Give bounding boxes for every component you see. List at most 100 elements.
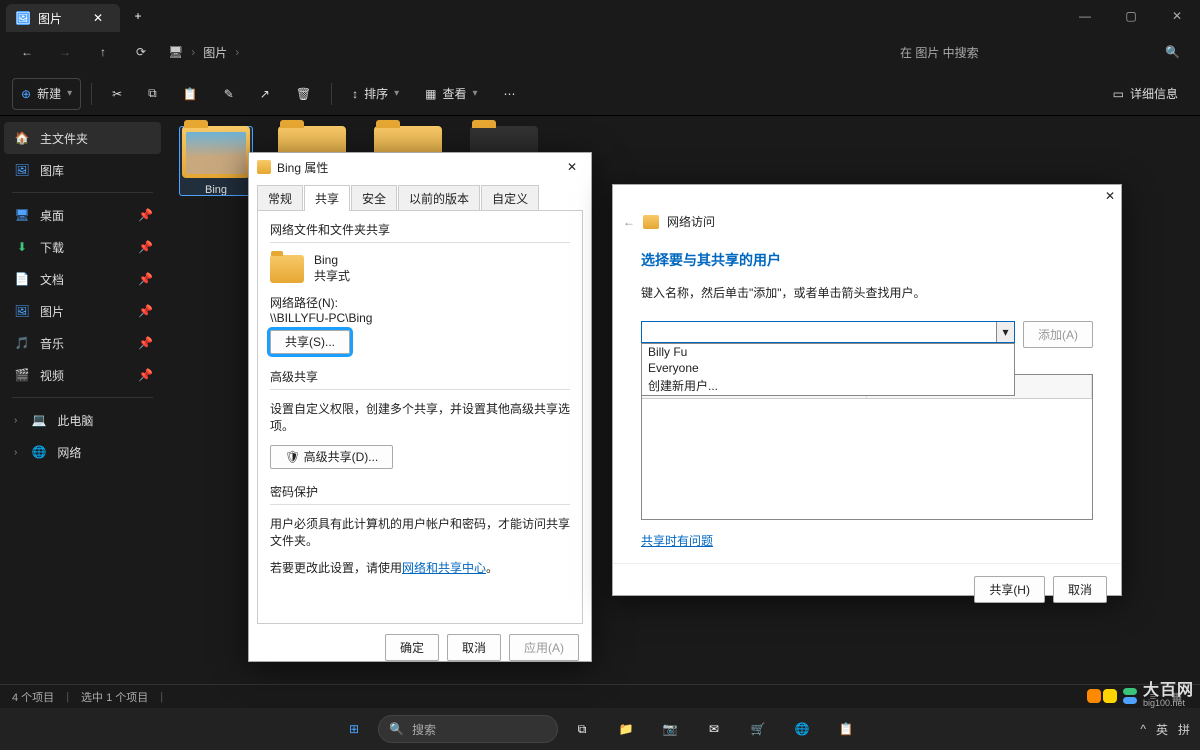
- taskbar-app[interactable]: ✉: [694, 709, 734, 749]
- password-change-text: 若要更改此设置，请使用: [270, 561, 402, 575]
- navigation-pane: 🏠 主文件夹 🖼 图库 🖥桌面📌 ⬇下载📌 📄文档📌 🖼图片📌 🎵音乐📌 🎬视频…: [0, 116, 165, 684]
- tab-sharing[interactable]: 共享: [304, 185, 350, 211]
- apply-button[interactable]: 应用(A): [509, 634, 579, 661]
- folder-icon: [643, 215, 659, 229]
- chevron-down-icon[interactable]: ▾: [996, 322, 1014, 342]
- cancel-button[interactable]: 取消: [447, 634, 501, 661]
- folder-icon: [270, 255, 304, 283]
- breadcrumb[interactable]: 🖥 › 图片 ›: [168, 44, 239, 61]
- sidebar-item-music[interactable]: 🎵音乐📌: [0, 327, 165, 359]
- start-button[interactable]: ⊞: [334, 709, 374, 749]
- dropdown-option[interactable]: Everyone: [642, 360, 1014, 376]
- delete-button[interactable]: 🗑: [286, 78, 321, 110]
- dialog-title: 网络访问: [667, 213, 715, 230]
- back-button[interactable]: ←: [10, 36, 44, 68]
- dropdown-option[interactable]: 创建新用户...: [642, 376, 1014, 395]
- plus-icon: ⊕: [21, 87, 31, 101]
- tray-chevron-icon[interactable]: ^: [1140, 722, 1146, 736]
- sidebar-item-downloads[interactable]: ⬇下载📌: [0, 231, 165, 263]
- share-button[interactable]: 共享(H): [974, 576, 1045, 603]
- new-button[interactable]: ⊕ 新建 ▾: [12, 78, 81, 110]
- ime-language[interactable]: 英: [1156, 721, 1168, 738]
- maximize-button[interactable]: ▢: [1108, 0, 1154, 32]
- taskbar-app[interactable]: 🛒: [738, 709, 778, 749]
- refresh-button[interactable]: ⟳: [124, 36, 158, 68]
- cut-button[interactable]: ✂: [102, 78, 132, 110]
- separator-icon: ›: [235, 45, 239, 59]
- gallery-icon: 🖼: [14, 163, 30, 177]
- pin-icon: 📌: [138, 240, 153, 254]
- video-icon: 🎬: [14, 368, 30, 382]
- chevron-down-icon: ▾: [472, 88, 477, 99]
- pin-icon: 📌: [138, 272, 153, 286]
- watermark-logo: [1087, 689, 1117, 703]
- pin-icon: 📌: [138, 208, 153, 222]
- more-button[interactable]: ⋯: [494, 78, 526, 110]
- file-label: Bing: [205, 184, 227, 196]
- ellipsis-icon: ⋯: [504, 87, 516, 101]
- sort-icon: ↕: [352, 87, 358, 101]
- search-input[interactable]: 在 图片 中搜索 🔍: [890, 37, 1190, 67]
- user-input[interactable]: [642, 322, 996, 342]
- rename-button[interactable]: ✎: [214, 78, 244, 110]
- network-center-link[interactable]: 网络和共享中心: [402, 561, 486, 575]
- tab-security[interactable]: 安全: [351, 185, 397, 211]
- back-button[interactable]: ←: [623, 215, 635, 229]
- sidebar-item-desktop[interactable]: 🖥桌面📌: [0, 199, 165, 231]
- taskbar-app[interactable]: 🌐: [782, 709, 822, 749]
- task-view-button[interactable]: ⧉: [562, 709, 602, 749]
- tab-custom[interactable]: 自定义: [481, 185, 539, 211]
- taskbar-app[interactable]: 📷: [650, 709, 690, 749]
- sidebar-this-pc[interactable]: ›💻此电脑: [0, 404, 165, 436]
- share-button[interactable]: 共享(S)...: [270, 330, 350, 354]
- details-icon: ▭: [1113, 87, 1124, 101]
- new-tab-button[interactable]: +: [124, 0, 152, 32]
- advanced-share-button[interactable]: 🛡 高级共享(D)...: [270, 445, 393, 469]
- minimize-button[interactable]: —: [1062, 0, 1108, 32]
- window-tab[interactable]: 🖼 图片 ✕: [6, 4, 120, 32]
- sidebar-gallery[interactable]: 🖼 图库: [0, 154, 165, 186]
- paste-button[interactable]: 📋: [173, 78, 208, 110]
- taskbar-search[interactable]: 🔍搜索: [378, 715, 558, 743]
- password-info: 用户必须具有此计算机的用户帐户和密码，才能访问共享文件夹。: [270, 515, 570, 549]
- ime-mode[interactable]: 拼: [1178, 721, 1190, 738]
- chevron-right-icon: ›: [14, 415, 17, 426]
- sidebar-item-documents[interactable]: 📄文档📌: [0, 263, 165, 295]
- dialog-title: Bing 属性: [277, 159, 328, 176]
- cut-icon: ✂: [112, 87, 122, 101]
- view-button[interactable]: ▦ 查看 ▾: [415, 78, 487, 110]
- sidebar-home[interactable]: 🏠 主文件夹: [4, 122, 161, 154]
- user-combo[interactable]: ▾: [641, 321, 1015, 343]
- cancel-button[interactable]: 取消: [1053, 576, 1107, 603]
- network-path-value: \\BILLYFU-PC\Bing: [270, 311, 570, 325]
- sort-button[interactable]: ↕ 排序 ▾: [342, 78, 409, 110]
- details-pane-button[interactable]: ▭ 详细信息: [1103, 78, 1188, 110]
- windows-icon: ⊞: [349, 722, 359, 736]
- sidebar-network[interactable]: ›🌐网络: [0, 436, 165, 468]
- sidebar-separator: [12, 192, 153, 193]
- ok-button[interactable]: 确定: [385, 634, 439, 661]
- dropdown-option[interactable]: Billy Fu: [642, 344, 1014, 360]
- copy-button[interactable]: ⧉: [138, 78, 167, 110]
- chevron-down-icon: ▾: [67, 88, 72, 99]
- add-button[interactable]: 添加(A): [1023, 321, 1093, 348]
- close-window-button[interactable]: ✕: [1154, 0, 1200, 32]
- tab-general[interactable]: 常规: [257, 185, 303, 211]
- sidebar-item-videos[interactable]: 🎬视频📌: [0, 359, 165, 391]
- taskbar-app[interactable]: 📋: [826, 709, 866, 749]
- monitor-icon: 🖥: [168, 45, 183, 59]
- share-button[interactable]: ↗: [250, 78, 280, 110]
- close-icon[interactable]: ✕: [561, 160, 583, 174]
- sidebar-item-pictures[interactable]: 🖼图片📌: [0, 295, 165, 327]
- up-button[interactable]: ↑: [86, 36, 120, 68]
- view-icon: ▦: [425, 87, 436, 101]
- dialog-heading: 选择要与其共享的用户: [641, 250, 1093, 270]
- forward-button[interactable]: →: [48, 36, 82, 68]
- tab-previous[interactable]: 以前的版本: [398, 185, 480, 211]
- trouble-link[interactable]: 共享时有问题: [641, 534, 713, 548]
- taskbar-app[interactable]: 📁: [606, 709, 646, 749]
- folder-bing[interactable]: Bing: [179, 126, 253, 196]
- close-tab-icon[interactable]: ✕: [90, 10, 106, 26]
- close-icon[interactable]: ✕: [1105, 189, 1115, 203]
- search-icon: 🔍: [389, 722, 404, 736]
